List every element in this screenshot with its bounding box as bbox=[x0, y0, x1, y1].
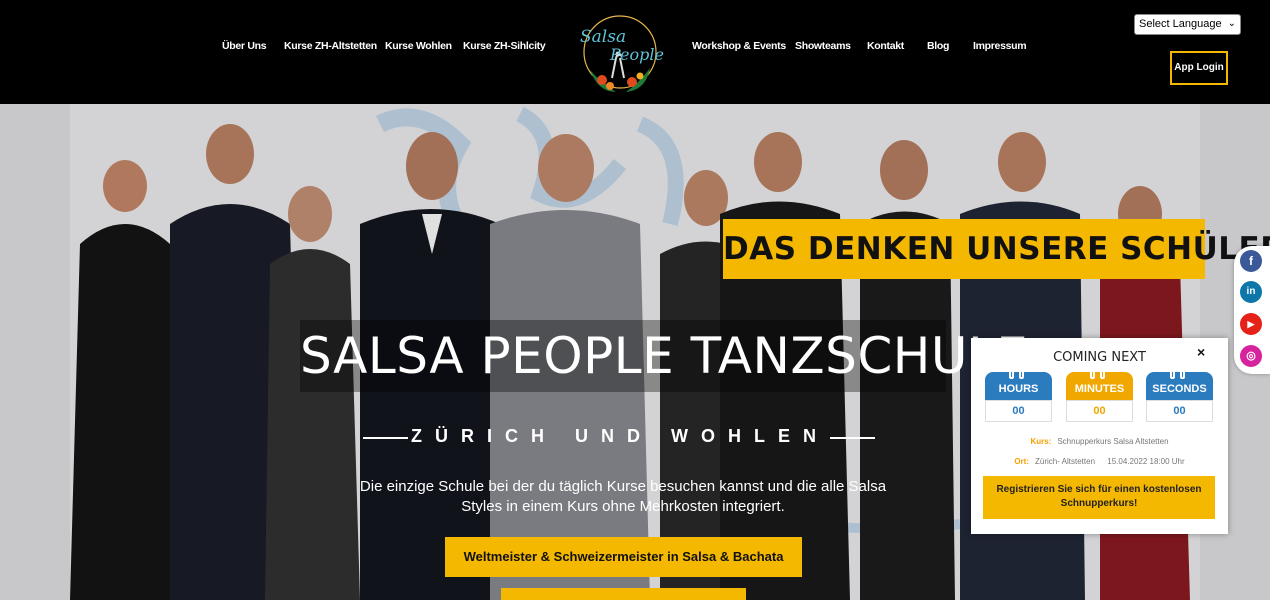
place-value: Zürich- Altstetten bbox=[1035, 457, 1096, 466]
nav-ueber-uns[interactable]: Über Uns bbox=[222, 40, 267, 52]
subtitle-divider-right bbox=[830, 437, 875, 439]
logo-text-people: People bbox=[609, 45, 664, 64]
app-login-button[interactable]: App Login bbox=[1170, 51, 1228, 85]
widget-title: COMING NEXT bbox=[1053, 350, 1146, 365]
hero-subtitle-text: ZÜRICH UND WOHLEN bbox=[411, 426, 829, 446]
calendar-rings-icon bbox=[1168, 369, 1191, 379]
countdown-seconds-value: 00 bbox=[1146, 400, 1213, 422]
champions-button[interactable]: Weltmeister & Schweizermeister in Salsa … bbox=[445, 537, 802, 577]
linkedin-icon[interactable]: in bbox=[1240, 281, 1262, 303]
facebook-icon[interactable]: f bbox=[1240, 250, 1262, 272]
nav-kurse-sihlcity[interactable]: Kurse ZH-Sihlcity bbox=[463, 40, 546, 52]
secondary-cta-button[interactable] bbox=[501, 588, 746, 600]
course-value: Schnupperkurs Salsa Altstetten bbox=[1057, 437, 1169, 446]
nav-workshop-events[interactable]: Workshop & Events bbox=[692, 40, 786, 52]
nav-kurse-altstetten[interactable]: Kurse ZH-Altstetten bbox=[284, 40, 377, 52]
chevron-down-icon: ⌄ bbox=[1227, 18, 1236, 29]
social-sidebar: f in ▶ ◎ bbox=[1234, 246, 1270, 374]
coming-next-widget: COMING NEXT × HOURS 00 MINUTES 00 SECOND… bbox=[971, 338, 1228, 534]
countdown-seconds: SECONDS 00 bbox=[1146, 369, 1213, 422]
countdown-hours-value: 00 bbox=[985, 400, 1052, 422]
youtube-icon[interactable]: ▶ bbox=[1240, 313, 1262, 335]
hero-title: SALSA PEOPLE TANZSCHULE bbox=[300, 320, 1028, 392]
hero-subtitle: ZÜRICH UND WOHLEN bbox=[360, 426, 880, 450]
logo-text-salsa: Salsa bbox=[580, 27, 626, 47]
subtitle-divider-left bbox=[363, 437, 408, 439]
countdown-minutes: MINUTES 00 bbox=[1066, 369, 1133, 422]
close-icon[interactable]: × bbox=[1197, 344, 1205, 360]
nav-kurse-wohlen[interactable]: Kurse Wohlen bbox=[385, 40, 452, 52]
instagram-icon[interactable]: ◎ bbox=[1240, 345, 1262, 367]
place-info: Ort: Zürich- Altstetten 15.04.2022 18:00 … bbox=[971, 457, 1228, 466]
salsa-people-logo[interactable]: Salsa People bbox=[572, 12, 668, 98]
course-info: Kurs: Schnupperkurs Salsa Altstetten bbox=[971, 437, 1228, 446]
event-datetime: 15.04.2022 18:00 Uhr bbox=[1107, 457, 1185, 466]
calendar-rings-icon bbox=[1088, 369, 1111, 379]
countdown-minutes-value: 00 bbox=[1066, 400, 1133, 422]
site-header: Über Uns Kurse ZH-Altstetten Kurse Wohle… bbox=[0, 0, 1270, 104]
testimonials-banner[interactable]: DAS DENKEN UNSERE SCHÜLER bbox=[723, 219, 1270, 279]
course-label: Kurs: bbox=[1030, 437, 1052, 446]
nav-impressum[interactable]: Impressum bbox=[973, 40, 1027, 52]
language-select[interactable]: Select Language ⌄ bbox=[1134, 14, 1241, 35]
nav-kontakt[interactable]: Kontakt bbox=[867, 40, 904, 52]
register-trial-button[interactable]: Registrieren Sie sich für einen kostenlo… bbox=[983, 476, 1215, 519]
hero-description: Die einzige Schule bei der du täglich Ku… bbox=[359, 478, 887, 515]
language-select-value: Select Language bbox=[1139, 18, 1222, 30]
nav-blog[interactable]: Blog bbox=[927, 40, 949, 52]
countdown-hours: HOURS 00 bbox=[985, 369, 1052, 422]
nav-showteams[interactable]: Showteams bbox=[795, 40, 851, 52]
calendar-rings-icon bbox=[1007, 369, 1030, 379]
place-label: Ort: bbox=[1014, 457, 1029, 466]
